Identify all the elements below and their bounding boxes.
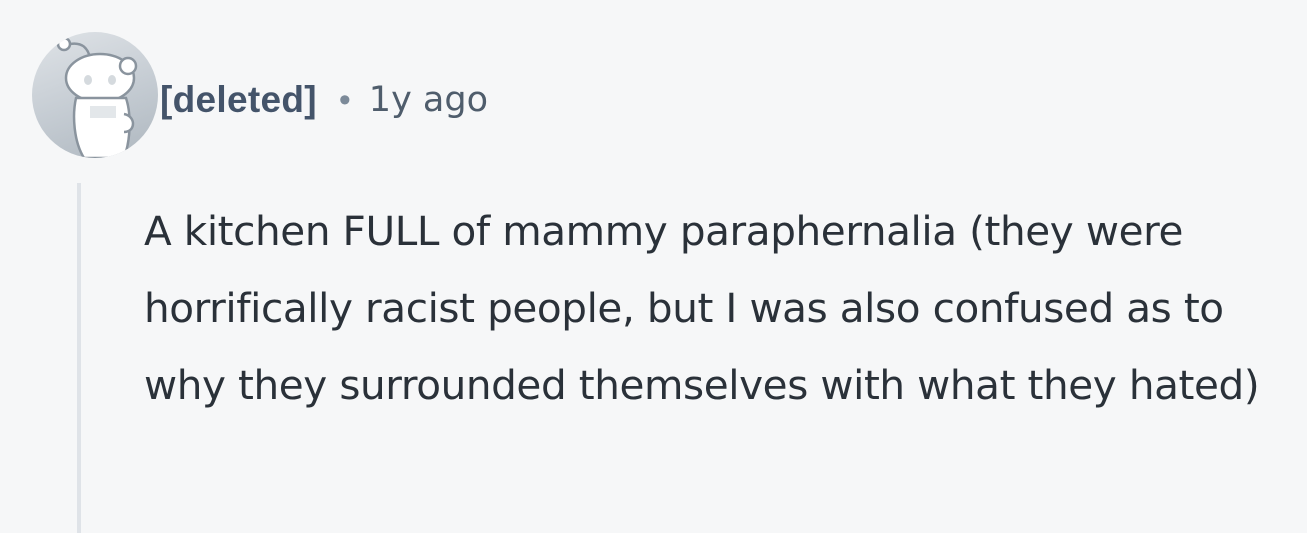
separator-dot: • xyxy=(338,80,351,119)
timestamp[interactable]: 1y ago xyxy=(369,80,488,120)
comment-body: A kitchen FULL of mammy paraphernalia (t… xyxy=(144,207,1260,409)
comment-header: [deleted] • 1y ago xyxy=(160,72,488,128)
thread-line[interactable] xyxy=(77,183,81,533)
author-name[interactable]: [deleted] xyxy=(160,79,317,121)
avatar[interactable] xyxy=(32,32,158,158)
reddit-snoo-icon xyxy=(56,36,138,158)
comment: [deleted] • 1y ago A kitchen FULL of mam… xyxy=(0,0,1307,533)
